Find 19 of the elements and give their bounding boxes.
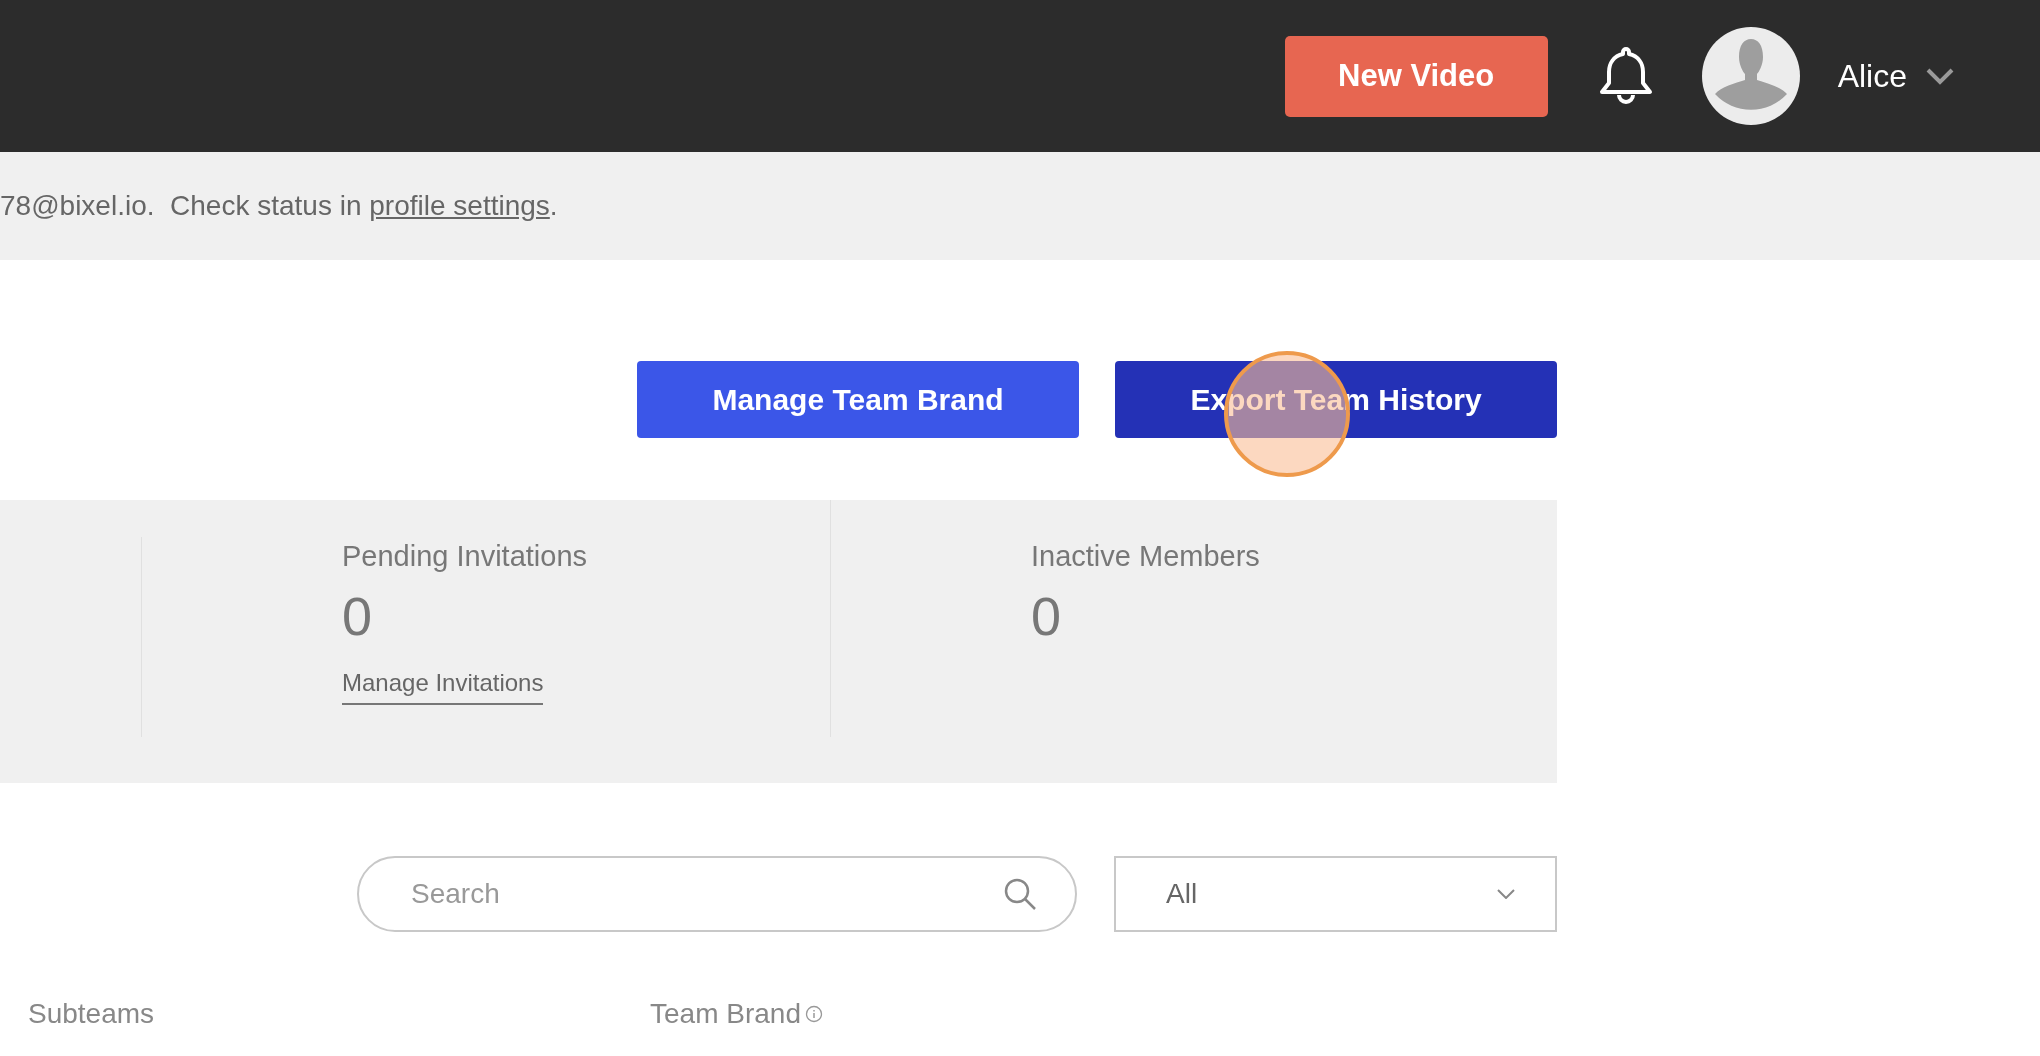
notification-bell-icon[interactable]: [1597, 45, 1654, 107]
column-header: Subteams: [28, 998, 155, 1030]
chevron-down-icon: [1497, 889, 1515, 899]
search-icon: [1003, 877, 1037, 911]
user-name[interactable]: Alice: [1837, 57, 1907, 95]
manage-brand-button[interactable]: Manage Team Brand: [637, 361, 1079, 438]
stat-value: 0: [342, 585, 374, 647]
stat-label: Pending Invitations: [342, 540, 589, 573]
new-video-button[interactable]: New Video: [1284, 35, 1548, 117]
filter-dropdown[interactable]: All: [1114, 856, 1557, 932]
manage-invitations-link[interactable]: Manage Invitations: [342, 669, 544, 705]
profile-settings-link[interactable]: profile settings: [369, 190, 550, 221]
column-header: Team Brand: [650, 998, 801, 1030]
stat-label: Inactive Members: [1031, 540, 1261, 573]
avatar[interactable]: [1701, 27, 1800, 125]
stat-value: 0: [1031, 585, 1063, 647]
chevron-down-icon[interactable]: [1925, 67, 1955, 85]
banner-message: 78@bixel.io. Check status in profile settings.: [0, 190, 558, 222]
search-field[interactable]: Search: [357, 856, 1077, 932]
